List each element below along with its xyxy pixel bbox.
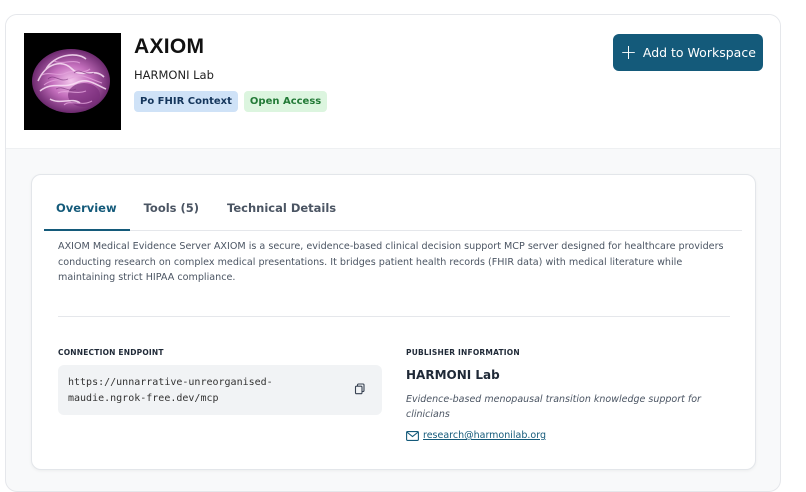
publisher-information-label: PUBLISHER INFORMATION bbox=[406, 348, 520, 357]
badge-group: Po FHIR Context Open Access bbox=[134, 91, 328, 112]
details-card: Overview Tools (5) Technical Details AXI… bbox=[31, 174, 756, 470]
publisher-name: HARMONI Lab bbox=[406, 368, 500, 382]
open-access-badge: Open Access bbox=[243, 91, 328, 112]
server-description: AXIOM Medical Evidence Server AXIOM is a… bbox=[58, 241, 724, 283]
fhir-context-badge: Po FHIR Context bbox=[134, 91, 238, 112]
copy-icon[interactable] bbox=[354, 383, 366, 395]
plus-icon: + bbox=[620, 39, 637, 64]
add-to-workspace-button[interactable]: + Add to Workspace bbox=[613, 34, 763, 71]
server-detail-panel: AXIOM HARMONI Lab Po FHIR Context Open A… bbox=[5, 14, 781, 492]
tab-bar: Overview Tools (5) Technical Details bbox=[44, 191, 742, 231]
tab-overview[interactable]: Overview bbox=[44, 191, 130, 231]
server-publisher: HARMONI Lab bbox=[134, 68, 214, 82]
endpoint-box: https://unnarrative-unreorganised-maudie… bbox=[58, 365, 382, 415]
tab-tools[interactable]: Tools (5) bbox=[130, 191, 213, 231]
server-header: AXIOM HARMONI Lab Po FHIR Context Open A… bbox=[6, 15, 780, 149]
tab-technical-details[interactable]: Technical Details bbox=[213, 191, 350, 231]
mail-icon bbox=[406, 430, 419, 441]
server-title: AXIOM bbox=[134, 35, 205, 58]
add-to-workspace-label: Add to Workspace bbox=[642, 45, 756, 60]
section-divider bbox=[58, 316, 730, 317]
publisher-email-link[interactable]: research@harmonilab.org bbox=[423, 430, 546, 441]
endpoint-url[interactable]: https://unnarrative-unreorganised-maudie… bbox=[68, 375, 348, 406]
publisher-description: Evidence-based menopausal transition kno… bbox=[406, 394, 701, 420]
connection-endpoint-label: CONNECTION ENDPOINT bbox=[58, 348, 164, 357]
brain-image-icon bbox=[24, 33, 121, 130]
publisher-email-row: research@harmonilab.org bbox=[406, 430, 546, 441]
